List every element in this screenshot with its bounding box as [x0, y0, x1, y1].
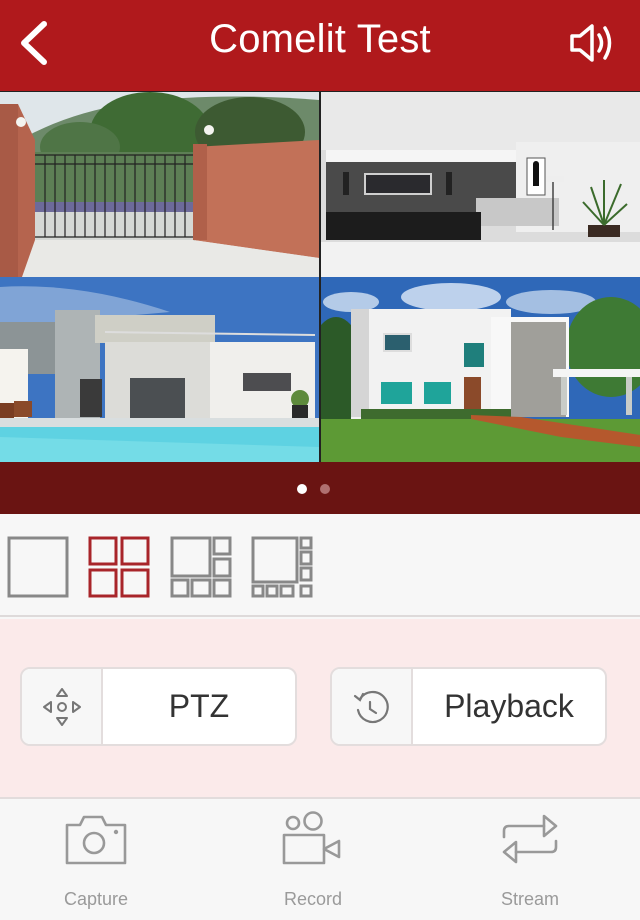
speaker-volume-icon: [570, 24, 612, 62]
record-button[interactable]: Record: [228, 801, 398, 920]
layout-quad-view-button[interactable]: [88, 536, 150, 598]
camera-feed-living-room: [321, 92, 640, 277]
layout-single-view-button[interactable]: [7, 536, 69, 598]
capture-label: Capture: [63, 889, 129, 909]
ptz-label: PTZ: [168, 688, 230, 724]
layout-selector: [0, 514, 640, 617]
page-title: Comelit Test: [209, 17, 431, 61]
playback-button[interactable]: Playback: [330, 667, 607, 746]
stream-label: Stream: [500, 889, 560, 909]
camera-grid: [0, 91, 640, 463]
camera-tile[interactable]: [0, 277, 319, 462]
six-view-icon: [170, 536, 232, 598]
quad-view-icon: [88, 536, 150, 598]
camera-feed-gate: [0, 92, 319, 277]
eight-view-icon: [251, 536, 313, 598]
camera-tile[interactable]: [321, 92, 640, 277]
header-bar: Comelit Test: [0, 0, 640, 91]
record-label: Record: [283, 889, 343, 909]
playback-label: Playback: [444, 688, 574, 724]
history-clock-icon: [353, 690, 389, 723]
camera-tile[interactable]: [321, 277, 640, 462]
layout-eight-view-button[interactable]: [251, 536, 313, 598]
camera-icon: [65, 815, 127, 865]
ptz-directional-icon: [42, 687, 81, 726]
camera-feed-garden: [321, 277, 640, 462]
camera-feed-pool: [0, 277, 319, 462]
sound-button[interactable]: [566, 18, 618, 68]
stream-button[interactable]: Stream: [445, 801, 615, 920]
single-view-icon: [7, 536, 69, 598]
video-camera-icon: [282, 811, 341, 865]
page-dot-2[interactable]: [320, 484, 330, 494]
page-dot-1[interactable]: [297, 484, 307, 494]
swap-arrows-icon: [502, 814, 558, 864]
camera-tile[interactable]: [0, 92, 319, 277]
capture-button[interactable]: Capture: [11, 801, 181, 920]
ptz-button[interactable]: PTZ: [20, 667, 297, 746]
layout-six-view-button[interactable]: [170, 536, 232, 598]
bottom-toolbar: Capture Record Stream: [0, 801, 640, 920]
control-panel: PTZ Playback: [0, 619, 640, 799]
page-indicator: [0, 462, 640, 514]
playback-icon-cell: [332, 669, 413, 744]
ptz-icon-cell: [22, 669, 103, 744]
